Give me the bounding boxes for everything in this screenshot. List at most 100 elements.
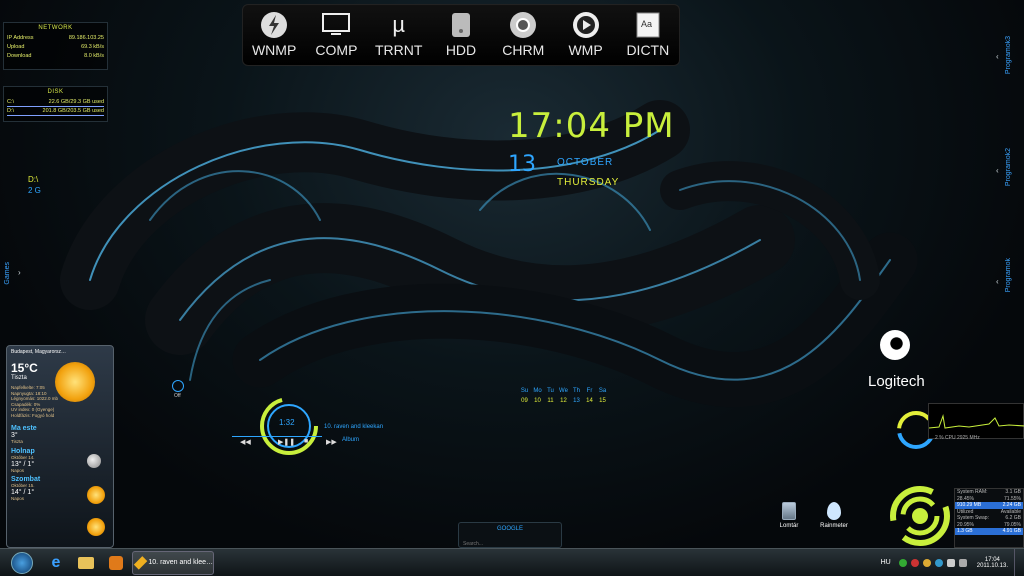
clock-time: 17:04 PM [508,106,675,146]
stat-key: Download [7,53,32,59]
moon-icon [87,454,101,468]
chevron-left-icon[interactable]: ‹ [996,166,999,175]
stat-value: 69.3 kB/s [81,44,104,50]
dock-item-trrnt[interactable]: µ TRRNT [370,11,428,58]
tab-programok3[interactable]: Programok3 [1005,36,1012,74]
stat-value: 89.186.103.25 [68,35,104,41]
rainmeter-label: Rainmeter [820,523,848,529]
calendar-weekday: We [559,388,568,394]
weather-gadget: Budapest, Magyarorsz… 15°C Tiszta Napfel… [6,345,114,548]
stat-row: IP Address 89.186.103.25 [7,34,104,43]
clock-month: OCTOBER [557,157,614,168]
calendar-date[interactable]: 14 [583,398,596,404]
chevron-left-icon[interactable]: ‹ [996,277,999,286]
lomtar-label: Lomtár [779,523,799,529]
dock-item-wnmp[interactable]: WNMP [245,11,303,58]
tray-icon[interactable] [910,558,919,567]
sun-icon [55,362,95,402]
network-tray-icon[interactable] [946,558,955,567]
calendar-weekday: Su [520,388,529,394]
tomorrow-cond: Napos [11,467,25,473]
system-tray [898,558,967,567]
recycle-bin-icon [782,502,796,520]
dock-label: WNMP [251,42,297,58]
chrome-icon [508,11,538,39]
stat-value: 22.6 GB/29.3 GB used [48,99,104,105]
ie-icon: e [51,553,61,571]
taskbar-explorer-button[interactable] [72,551,100,575]
dock-item-wmp[interactable]: WMP [557,11,615,58]
stat-key: C:\ [7,99,15,105]
language-indicator[interactable]: HU [881,559,891,566]
dock-item-dictn[interactable]: Aa DICTN [619,11,677,58]
logitech-logo-icon [880,330,910,360]
tray-icon[interactable] [922,558,931,567]
volume-icon[interactable] [958,558,967,567]
taskbar-clock[interactable]: 17:04 2011.10.13. [977,557,1008,569]
taskbar-ie-button[interactable]: e [42,551,70,575]
tray-icon[interactable] [934,558,943,567]
tab-programok[interactable]: Programok [1005,258,1012,292]
chevron-right-icon[interactable]: › [18,268,21,277]
taskbar-date: 2011.10.13. [976,562,1008,569]
stat-row: Upload 69.3 kB/s [7,43,104,52]
next-icon[interactable]: ▶▶ [326,438,337,446]
seek-bar [232,436,322,437]
dictionary-icon: Aa [633,11,663,39]
dock-label: TRRNT [374,42,423,58]
calendar-weekday: Sa [598,388,607,394]
dock-item-hdd[interactable]: HDD [432,11,490,58]
calendar-date[interactable]: 11 [544,398,557,404]
stat-value: 8.0 kB/s [84,53,104,59]
tonight-temp: 3° [11,431,18,439]
sun-icon [87,486,105,504]
media-player-icon [571,11,601,39]
calendar-date[interactable]: 13 [570,398,583,404]
stop-icon[interactable]: ■ [304,438,308,445]
chevron-left-icon[interactable]: ‹ [996,52,999,61]
power-icon[interactable] [172,380,184,392]
task-label: 10. raven and klee… [148,559,213,566]
track-title: 10. raven and kleekan [324,424,384,430]
network-title: NETWORK [38,25,73,31]
dock-label: CHRM [502,42,545,58]
taskbar-task-button[interactable]: 10. raven and klee… [132,550,214,575]
utorrent-icon: µ [392,12,406,37]
saturday-label: Szombat [11,476,41,484]
tray-icon[interactable] [898,558,907,567]
google-search-input[interactable] [463,540,559,548]
desktop-icon-lomtar[interactable]: Lomtár [776,502,802,529]
rainmeter-icon [827,502,841,520]
calendar-date[interactable]: 10 [531,398,544,404]
memory-monitor: System RAM: 3.1 GB 28.45% 71.55% 910.29 MB 2.… [954,488,1024,548]
dock-label: DICTN [626,42,670,58]
media-player-widget: 1:32 ◀◀ ▶❚❚ ■ ▶▶ 10. raven and kleekan A… [232,396,402,456]
start-button[interactable] [4,551,40,575]
tab-programok2[interactable]: Programok2 [1005,148,1012,186]
show-desktop-button[interactable] [1014,548,1024,576]
disk-panel: DISK C:\ 22.6 GB/29.3 GB used D:\ 201.8 GB/… [3,86,108,122]
taskbar: e 10. raven and klee… HU 17:04 2011.10.1… [0,548,1024,576]
tab-games[interactable]: Games [4,262,11,285]
calendar-weekday: Fr [586,388,593,394]
weather-location: Budapest, Magyarorsz… [11,349,67,355]
memory-label: 1.3 GB [957,528,973,534]
calendar-date[interactable]: 09 [518,398,531,404]
calendar-weekday: Tu [547,388,554,394]
sun-icon [87,518,105,536]
previous-icon[interactable]: ◀◀ [240,438,251,446]
dock-item-comp[interactable]: COMP [307,11,365,58]
calendar-date[interactable]: 12 [557,398,570,404]
svg-text:Aa: Aa [641,19,652,29]
calendar-date[interactable]: 15 [596,398,609,404]
stat-row: Download 8.0 kB/s [7,52,104,61]
taskbar-wmp-button[interactable] [102,551,130,575]
desktop-icon-rainmeter[interactable]: Rainmeter [814,502,854,529]
calendar-weekday: Mo [533,388,542,394]
logitech-label: Logitech [868,373,925,390]
tonight-label: Ma este [11,424,37,432]
play-pause-icon[interactable]: ▶❚❚ [278,438,295,446]
weather-detail: Holdfázis: Fogyó hold [11,412,55,418]
dock-item-chrm[interactable]: CHRM [494,11,552,58]
drive-name: D:\ [28,175,39,184]
